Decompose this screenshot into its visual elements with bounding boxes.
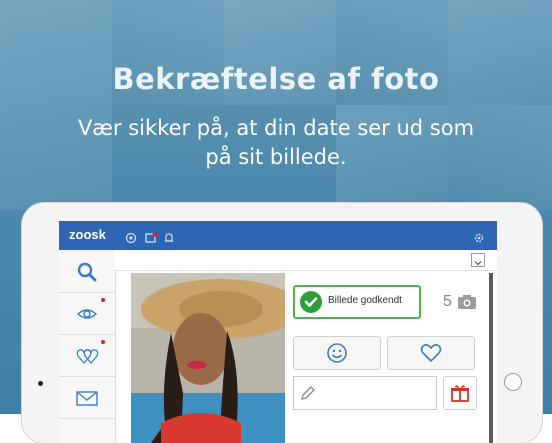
sidebar-item-views[interactable]: [59, 292, 115, 335]
smile-button[interactable]: [293, 336, 381, 370]
promo-title: Bekræftelse af foto: [112, 62, 440, 96]
bell-icon[interactable]: [163, 229, 175, 242]
sidebar-item-search[interactable]: [59, 250, 115, 293]
tablet-home-button: [504, 373, 522, 391]
app-screen: zoosk Billede godkendt 5: [59, 221, 497, 443]
like-button[interactable]: [387, 336, 475, 370]
coins-icon[interactable]: [125, 229, 137, 244]
notification-dot: [101, 298, 105, 302]
app-logo: zoosk: [69, 227, 106, 242]
checkmark-icon: [300, 291, 322, 313]
message-input[interactable]: [293, 376, 437, 410]
gift-button[interactable]: [443, 376, 477, 410]
smile-icon: [327, 343, 347, 363]
settings-icon[interactable]: [473, 229, 485, 243]
collage-tile: [0, 0, 112, 210]
hearts-icon: [76, 349, 99, 364]
promo-subtitle-line-2: på sit billede.: [205, 145, 347, 169]
content-scrollbar[interactable]: [489, 273, 493, 443]
photo-count: 5: [443, 293, 452, 310]
sidebar-item-mail[interactable]: [59, 376, 115, 419]
content-toolbar: [115, 250, 497, 271]
messages-icon[interactable]: [145, 229, 158, 243]
app-topbar: zoosk: [59, 221, 497, 250]
photo-verified-badge: Billede godkendt: [293, 285, 421, 319]
app-sidebar: [59, 250, 116, 443]
gift-icon: [451, 385, 469, 402]
pencil-icon: [301, 386, 315, 400]
camera-icon[interactable]: [457, 294, 477, 314]
options-dropdown[interactable]: [471, 253, 485, 267]
sidebar-item-interested[interactable]: [59, 334, 115, 377]
promo-subtitle: Vær sikker på, at din date ser ud som på…: [0, 114, 552, 172]
profile-photo[interactable]: [131, 273, 285, 443]
eye-icon: [76, 309, 98, 319]
mail-icon: [76, 391, 98, 406]
search-icon: [77, 262, 97, 282]
tablet-frame: zoosk Billede godkendt 5: [22, 203, 542, 443]
promo-subtitle-line-1: Vær sikker på, at din date ser ud som: [77, 116, 475, 140]
verified-badge-label: Billede godkendt: [328, 295, 402, 306]
notification-dot: [101, 340, 105, 344]
chevron-down-icon: [474, 261, 482, 266]
tablet-camera: [38, 381, 43, 386]
heart-icon: [420, 344, 442, 363]
